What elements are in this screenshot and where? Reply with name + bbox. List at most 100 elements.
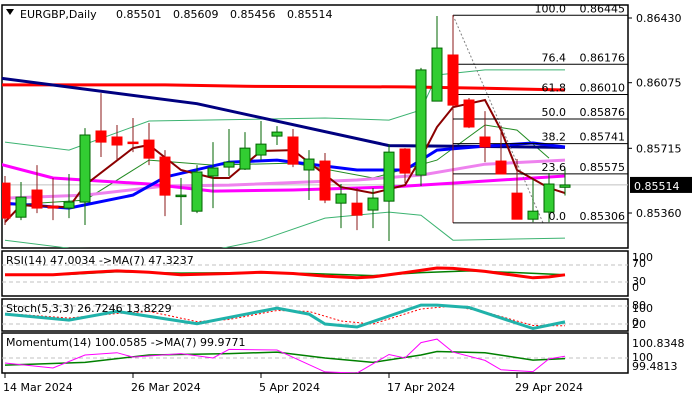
- fibonacci-level-price: 0.85876: [580, 106, 626, 119]
- bull-candle-body: [223, 161, 235, 168]
- candle: [303, 150, 315, 201]
- candle: [191, 165, 203, 214]
- bear-candle-body: [159, 156, 171, 196]
- bull-candle-body: [431, 47, 443, 102]
- stochastic-panel[interactable]: Stoch(5,3,3) 26.7246 13.8229 80100020: [1, 298, 653, 332]
- ohlc-open: 0.85501: [116, 8, 162, 21]
- bull-candle-body: [303, 158, 315, 171]
- fibonacci-level-price: 0.86445: [580, 2, 626, 15]
- bull-candle-body: [239, 147, 251, 170]
- candle: [335, 184, 347, 229]
- time-tick-label: 5 Apr 2024: [259, 381, 320, 394]
- price-tick-label: 0.86075: [636, 77, 682, 90]
- bear-candle-body: [31, 189, 43, 209]
- candle: [15, 182, 27, 221]
- candle: [447, 15, 459, 110]
- fibonacci-level-price: 0.85306: [580, 210, 626, 223]
- bear-candle-body: [111, 136, 123, 146]
- fibonacci-level-price: 0.86010: [580, 82, 626, 95]
- ohlc-close: 0.85514: [287, 8, 333, 21]
- candle: [511, 159, 523, 220]
- bull-candle-body: [335, 193, 347, 204]
- fibonacci-level-pct: 23.6: [542, 161, 567, 174]
- rsi-axis-label: 70: [632, 257, 646, 270]
- ohlc-low: 0.85456: [230, 8, 276, 21]
- ohlc-high: 0.85609: [173, 8, 219, 21]
- candle: [463, 98, 475, 129]
- bear-candle-body: [143, 139, 155, 159]
- candle: [367, 188, 379, 229]
- current-price-label: 0.85514: [634, 180, 680, 193]
- candle: [527, 179, 539, 223]
- candle: [223, 128, 235, 177]
- fibonacci-level-price: 0.85575: [580, 161, 626, 174]
- bear-candle-body: [95, 130, 107, 143]
- bull-candle-body: [175, 194, 187, 198]
- momentum-label: Momentum(14) 100.0585 ->MA(7) 99.9771: [6, 336, 246, 349]
- candle: [159, 150, 171, 217]
- stoch-axis-label: 100: [632, 302, 653, 315]
- candle: [207, 142, 219, 209]
- fibonacci-level-price: 0.85741: [580, 131, 626, 144]
- fibonacci-level-pct: 76.4: [542, 51, 567, 64]
- bear-candle-body: [127, 141, 139, 145]
- candle: [239, 132, 251, 170]
- bull-candle-body: [79, 134, 91, 203]
- candle: [319, 153, 331, 204]
- fibonacci-level-pct: 100.0: [535, 2, 567, 15]
- bear-candle-body: [479, 136, 491, 148]
- bull-candle-body: [15, 196, 27, 218]
- rsi-axis-label: 0: [632, 281, 639, 294]
- bear-candle-body: [351, 202, 363, 216]
- rsi-panel[interactable]: RSI(14) 47.0034 ->MA(7) 47.3237 10070300: [1, 250, 653, 297]
- bear-candle-body: [511, 192, 523, 220]
- bull-candle-body: [559, 184, 571, 188]
- price-panel[interactable]: 100.0 0.86445 76.4 0.86176 61.8 0.86010 50.0 0.…: [0, 2, 692, 250]
- fibonacci-level-price: 0.86176: [580, 51, 626, 64]
- bear-candle-body: [447, 54, 459, 106]
- momentum-axis-label: 99.4813: [632, 360, 678, 373]
- candle: [383, 144, 395, 242]
- candle: [255, 120, 267, 161]
- fibonacci-level-pct: 38.2: [542, 131, 567, 144]
- bull-candle-body: [63, 201, 75, 209]
- bear-candle-body: [463, 99, 475, 128]
- bear-candle-body: [47, 205, 59, 209]
- stoch-axis-label: 20: [632, 318, 646, 331]
- time-tick-label: 26 Mar 2024: [131, 381, 201, 394]
- candle: [95, 93, 107, 158]
- rsi-series-line: [5, 266, 566, 280]
- collapse-triangle-icon[interactable]: [6, 9, 14, 15]
- candle: [271, 126, 283, 146]
- fibonacci-level-pct: 50.0: [542, 106, 567, 119]
- fibonacci-level-pct: 61.8: [542, 82, 567, 95]
- time-axis: 14 Mar 2024 26 Mar 2024 5 Apr 2024 17 Apr 2…: [3, 373, 583, 394]
- stoch-label: Stoch(5,3,3) 26.7246 13.8229: [6, 302, 172, 315]
- bull-candle-body: [271, 131, 283, 137]
- rsi-plot-area: [4, 266, 566, 280]
- bull-candle-body: [543, 183, 555, 213]
- fibonacci-level-pct: 0.0: [549, 210, 567, 223]
- bull-candle-body: [383, 151, 395, 202]
- bull-candle-body: [367, 197, 379, 211]
- momentum-panel[interactable]: Momentum(14) 100.0585 ->MA(7) 99.9771 100…: [1, 332, 685, 374]
- momentum-axis-label: 100.8348: [632, 337, 685, 350]
- candle: [143, 122, 155, 166]
- eurgbp-daily-chart[interactable]: 100.0 0.86445 76.4 0.86176 61.8 0.86010 50.0 0.…: [0, 0, 700, 400]
- bull-candle-body: [415, 69, 427, 176]
- price-plot-area: [2, 14, 628, 248]
- price-tick-label: 0.86430: [636, 12, 682, 25]
- bear-candle-body: [287, 136, 299, 165]
- candle: [287, 128, 299, 168]
- candle: [415, 67, 427, 187]
- bull-candle-body: [255, 143, 267, 156]
- candle: [111, 124, 123, 161]
- rsi-label: RSI(14) 47.0034 ->MA(7) 47.3237: [6, 254, 194, 267]
- bull-candle-body: [207, 167, 219, 177]
- bull-candle-body: [191, 171, 203, 212]
- bollinger-lower-line: [4, 211, 566, 248]
- bull-candle-body: [527, 210, 539, 220]
- price-tick-label: 0.85715: [636, 142, 682, 155]
- candle: [47, 178, 59, 221]
- symbol-title: EURGBP,Daily: [20, 8, 97, 21]
